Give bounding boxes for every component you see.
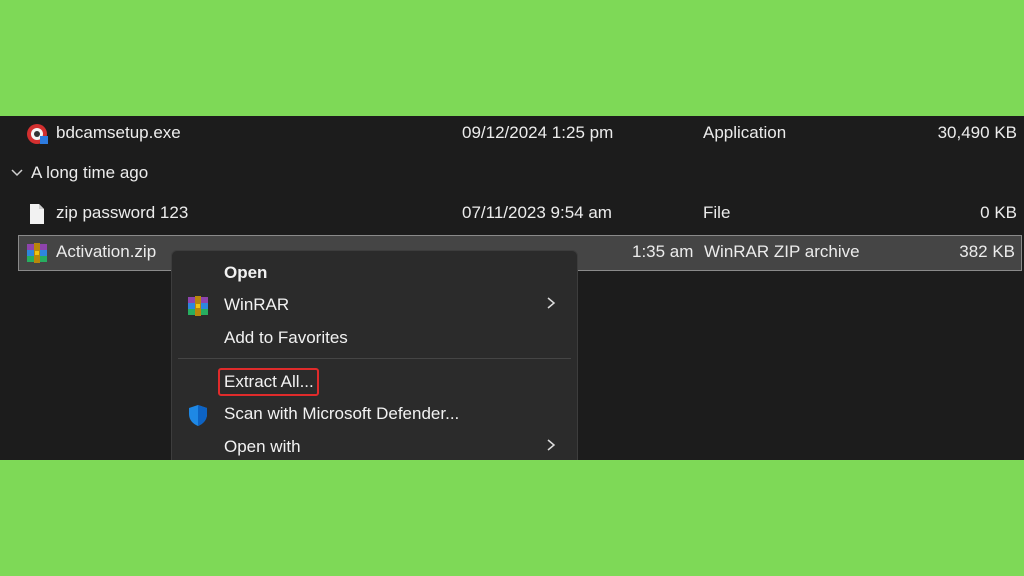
group-header-label: A long time ago bbox=[31, 163, 149, 182]
file-row-bdcamsetup[interactable]: bdcamsetup.exe 09/12/2024 1:25 pm Applic… bbox=[0, 116, 1024, 152]
winrar-archive-icon bbox=[27, 243, 47, 263]
file-date: 09/12/2024 1:25 pm bbox=[462, 123, 614, 142]
menu-item-scan-defender[interactable]: Scan with Microsoft Defender... bbox=[178, 398, 571, 430]
file-type: File bbox=[703, 203, 731, 222]
menu-item-open-with[interactable]: Open with bbox=[178, 431, 571, 463]
menu-item-label: Add to Favorites bbox=[224, 328, 348, 347]
file-size: 382 KB bbox=[959, 242, 1015, 261]
context-menu: Open WinRAR Add to Favorites Extract All… bbox=[171, 250, 578, 470]
menu-item-open[interactable]: Open bbox=[178, 257, 571, 289]
menu-item-label: Open with bbox=[224, 437, 301, 456]
file-name: Activation.zip bbox=[56, 242, 157, 261]
chevron-right-icon bbox=[547, 297, 556, 309]
menu-item-label: Extract All... bbox=[224, 372, 314, 391]
file-date: 07/11/2023 9:54 am bbox=[462, 203, 612, 222]
menu-item-winrar[interactable]: WinRAR bbox=[178, 289, 571, 321]
winrar-icon bbox=[188, 296, 208, 316]
file-date: 1:35 am bbox=[632, 242, 694, 261]
menu-item-label: WinRAR bbox=[224, 295, 290, 314]
file-size: 0 KB bbox=[980, 203, 1017, 222]
bdcam-app-icon bbox=[27, 124, 48, 144]
file-type: Application bbox=[703, 123, 787, 142]
menu-separator bbox=[178, 358, 571, 359]
bottom-background-band bbox=[0, 460, 1024, 576]
menu-item-add-to-favorites[interactable]: Add to Favorites bbox=[178, 322, 571, 354]
menu-item-label: Open bbox=[224, 263, 268, 282]
file-name: bdcamsetup.exe bbox=[56, 123, 181, 142]
chevron-down-icon[interactable] bbox=[9, 164, 25, 180]
blank-file-icon bbox=[30, 204, 44, 224]
file-size: 30,490 KB bbox=[937, 123, 1017, 142]
menu-item-extract-all[interactable]: Extract All... bbox=[178, 366, 571, 398]
file-row-zip-password[interactable]: zip password 123 07/11/2023 9:54 am File… bbox=[0, 196, 1024, 232]
file-type: WinRAR ZIP archive bbox=[704, 242, 860, 261]
menu-item-label: Scan with Microsoft Defender... bbox=[224, 404, 460, 423]
chevron-right-icon bbox=[547, 439, 556, 451]
defender-shield-icon bbox=[189, 405, 207, 426]
file-name: zip password 123 bbox=[56, 203, 189, 222]
